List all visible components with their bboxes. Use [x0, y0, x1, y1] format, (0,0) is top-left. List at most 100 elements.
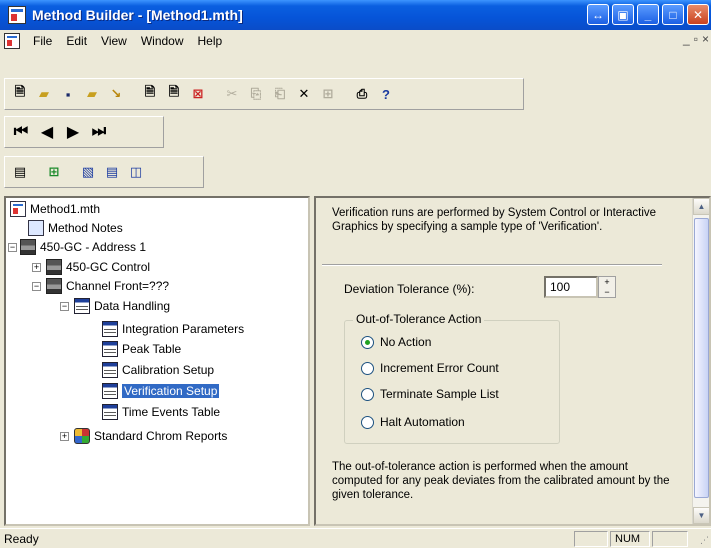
out-of-tolerance-group: Out-of-Tolerance Action No Action Increm… [344, 312, 560, 444]
collapse-icon[interactable]: − [8, 243, 17, 252]
expand-icon[interactable]: + [32, 263, 41, 272]
navigation-toolbar: ⏮ ◀ ▶ ⏭ [4, 116, 164, 148]
first-record-icon[interactable]: ⏮ [9, 120, 33, 144]
tree-node-label: 450-GC Control [66, 260, 151, 274]
tree-node-time-events-table[interactable]: Time Events Table [102, 403, 220, 421]
radio-checked-icon[interactable] [361, 335, 374, 349]
tree-node-method-notes[interactable]: Method Notes [28, 219, 123, 237]
previous-record-icon[interactable]: ◀ [35, 120, 59, 144]
status-text: Ready [4, 532, 39, 546]
vertical-layout-icon[interactable]: ◫ [125, 161, 147, 183]
open-recent-icon[interactable]: ▰ [81, 83, 103, 105]
radio-label: Terminate Sample List [380, 387, 499, 401]
table-icon [102, 383, 118, 399]
print-method-icon[interactable]: 🗎 [139, 83, 161, 105]
document-menu-icon[interactable] [4, 33, 20, 49]
mdi-close-button[interactable]: × [702, 32, 709, 46]
footer-text: The out-of-tolerance action is performed… [332, 461, 670, 501]
minimize-button[interactable]: _ [637, 4, 659, 25]
radio-icon[interactable] [361, 361, 374, 375]
tree-view-icon[interactable]: ▤ [9, 161, 31, 183]
tree-node-verification-setup[interactable]: Verification Setup [102, 382, 220, 400]
tree-node-peak-table[interactable]: Peak Table [102, 340, 181, 358]
save-icon[interactable]: ▪ [57, 83, 79, 105]
wand-icon[interactable]: ↘ [105, 83, 127, 105]
help-icon[interactable]: ? [375, 83, 397, 105]
app-icon[interactable] [8, 6, 26, 24]
spin-up-icon[interactable]: + [604, 277, 609, 287]
radio-halt-automation[interactable]: Halt Automation [361, 415, 465, 429]
status-bar: Ready NUM ⋰ [0, 528, 711, 548]
scroll-up-icon[interactable]: ▲ [693, 198, 710, 215]
expand-icon[interactable]: + [60, 432, 69, 441]
horizontal-layout-icon[interactable]: ▤ [101, 161, 123, 183]
tree-node-data-handling[interactable]: Data Handling [74, 297, 170, 315]
vertical-scrollbar[interactable]: ▲ ▼ [692, 198, 710, 524]
status-num-indicator: NUM [610, 531, 650, 547]
tree-node-method[interactable]: Method1.mth [10, 200, 100, 218]
gc-instrument-icon [46, 278, 62, 294]
menu-file[interactable]: File [26, 34, 59, 48]
tree-node-standard-chrom-reports[interactable]: Standard Chrom Reports [74, 427, 227, 445]
delete-icon[interactable]: ✕ [293, 83, 315, 105]
tree-node-label: Method Notes [48, 221, 123, 235]
resize-grip-icon[interactable]: ⋰ [700, 535, 709, 546]
mdi-restore-button[interactable]: ▫ [694, 32, 698, 46]
group-title: Out-of-Tolerance Action [353, 312, 485, 326]
mdi-minimize-button[interactable]: _ [683, 32, 690, 46]
menu-window[interactable]: Window [134, 34, 191, 48]
radio-icon[interactable] [361, 387, 374, 401]
add-module-icon[interactable]: ⊞ [43, 161, 65, 183]
tree-node-label: Peak Table [122, 342, 182, 356]
notes-icon [28, 220, 44, 236]
print-preview-icon[interactable]: 🗎 [163, 83, 185, 105]
radio-terminate-sample-list[interactable]: Terminate Sample List [361, 387, 499, 401]
delete-doc-icon[interactable]: ⊠ [187, 83, 209, 105]
collapse-icon[interactable]: − [32, 282, 41, 291]
tree-node-calibration-setup[interactable]: Calibration Setup [102, 361, 214, 379]
maximize-button[interactable]: □ [662, 4, 684, 25]
table-icon [74, 298, 90, 314]
tile-window-icon[interactable]: ▣ [612, 4, 634, 25]
copy-icon[interactable]: ⎘ [245, 83, 267, 105]
cut-icon[interactable]: ✂ [221, 83, 243, 105]
menu-help[interactable]: Help [191, 34, 230, 48]
new-method-icon[interactable]: 🗎 [9, 83, 31, 105]
next-record-icon[interactable]: ▶ [61, 120, 85, 144]
intro-text: Verification runs are performed by Syste… [332, 207, 657, 233]
tree-node-gc-control[interactable]: 450-GC Control [46, 258, 150, 276]
radio-label: No Action [380, 335, 432, 349]
paste-icon[interactable]: ⎗ [269, 83, 291, 105]
deviation-tolerance-input[interactable]: 100 [544, 276, 598, 298]
tree-node-integration-parameters[interactable]: Integration Parameters [102, 320, 244, 338]
table-icon [102, 362, 118, 378]
collapse-icon[interactable]: − [60, 302, 69, 311]
split-layout-icon[interactable]: ▧ [77, 161, 99, 183]
spin-down-icon[interactable]: − [604, 287, 609, 297]
scroll-down-icon[interactable]: ▼ [693, 507, 710, 524]
tree-node-label: 450-GC - Address 1 [40, 240, 147, 254]
spinner-buttons[interactable]: + − [598, 276, 616, 298]
status-cell-caps [574, 531, 608, 547]
printer-icon[interactable]: ⎙ [351, 83, 373, 105]
menu-view[interactable]: View [94, 34, 134, 48]
tree-node-channel-front[interactable]: Channel Front=??? [46, 277, 169, 295]
method-tree[interactable]: Method1.mth Method Notes − 450-GC - Addr… [4, 196, 310, 526]
close-button[interactable]: ✕ [687, 4, 709, 25]
radio-no-action[interactable]: No Action [361, 335, 431, 349]
restore-arrows-icon[interactable]: ↔ [587, 4, 609, 25]
last-record-icon[interactable]: ⏭ [87, 120, 111, 144]
tree-node-label: Calibration Setup [122, 363, 215, 377]
scroll-thumb[interactable] [694, 218, 709, 498]
insert-icon[interactable]: ⊞ [317, 83, 339, 105]
open-folder-icon[interactable]: ▰ [33, 83, 55, 105]
radio-icon[interactable] [361, 415, 374, 429]
radio-increment-error-count[interactable]: Increment Error Count [361, 361, 499, 375]
deviation-tolerance-label: Deviation Tolerance (%): [344, 282, 475, 296]
tree-node-label: Standard Chrom Reports [94, 429, 228, 443]
tree-node-gc-address[interactable]: 450-GC - Address 1 [20, 238, 146, 256]
radio-label: Halt Automation [380, 415, 465, 429]
menu-edit[interactable]: Edit [59, 34, 94, 48]
tree-node-label: Verification Setup [122, 384, 220, 398]
verification-setup-panel: Verification runs are performed by Syste… [314, 196, 711, 526]
